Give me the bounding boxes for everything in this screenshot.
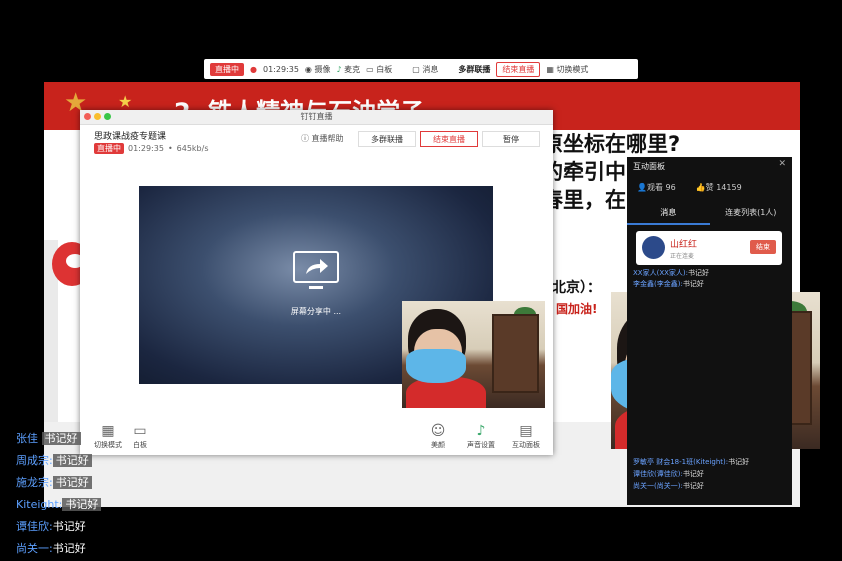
chat-message: 尚关一:书记好 — [16, 542, 86, 555]
live-badge: 直播中 — [94, 143, 124, 154]
viewer-icon: 👤 — [637, 183, 647, 192]
live-toolbar: 直播中 ● 01:29:35 ◉ 摄像 ♪ 麦克 ▭ 白板 ▢ 消息 多群联播 … — [204, 59, 638, 79]
chat-message: Kiteight: 书记好 — [16, 496, 102, 512]
like-icon: 👍 — [695, 183, 706, 192]
like-count: 👍赞 14159 — [695, 183, 742, 192]
help-icon: ⓘ — [301, 134, 309, 143]
panel-title: 互动面板 — [633, 162, 665, 171]
camera-icon: ◉ — [304, 64, 312, 74]
maximize-window-button[interactable] — [104, 113, 111, 120]
whiteboard-button[interactable]: ▭ 白板 — [366, 64, 392, 75]
chat-message: 谭佳欣:书记好 — [16, 520, 86, 533]
pause-button[interactable]: 暂停 — [482, 131, 540, 147]
window-bottom-bar: ▦ 切换模式 ▭ 白板 ☺ 美颜 ♪ 声音设置 ▤ 互动面板 — [80, 416, 553, 455]
camera-feed-small — [402, 301, 545, 408]
camera-button[interactable]: ◉ 摄像 — [305, 64, 331, 75]
tab-connect-list[interactable]: 连麦列表(1人) — [710, 201, 793, 225]
screen-share-icon — [293, 251, 339, 289]
help-link[interactable]: ⓘ 直播帮助 — [301, 133, 344, 144]
chat-icon: ▤ — [519, 423, 533, 439]
tab-messages[interactable]: 消息 — [627, 201, 710, 225]
end-connection-button[interactable]: 结束 — [750, 240, 776, 254]
whiteboard-icon: ▭ — [133, 423, 147, 439]
close-icon[interactable]: ✕ — [778, 159, 786, 169]
chat-message: 施龙宗: 书记好 — [16, 474, 92, 490]
live-timer: 01:29:35 — [262, 64, 299, 74]
mouse-cursor-icon: ➤ — [509, 447, 518, 458]
interactive-panel: 互动面板 ✕ 👤观看 96 👍赞 14159 消息 连麦列表(1人) 山红红 正… — [627, 157, 792, 505]
message-icon: ▢ — [412, 64, 420, 74]
beauty-button[interactable]: ☺ 美颜 — [424, 422, 452, 450]
live-badge: 直播中 — [210, 62, 244, 76]
end-live-button[interactable]: 结束直播 — [420, 131, 478, 147]
bookshelf — [492, 313, 540, 393]
avatar — [642, 236, 665, 259]
message-button[interactable]: ▢ 消息 — [412, 64, 438, 75]
list-item: 罗敏亭 财会18-1班(Kiteight):书记好 — [633, 458, 750, 466]
list-item: 尚关一(尚关一):书记好 — [633, 482, 704, 490]
multi-group-button[interactable]: 多群联播 — [358, 131, 416, 147]
chat-message: 周成宗: 书记好 — [16, 452, 92, 468]
live-status: 直播中 01:29:35 • 645kb/s — [94, 143, 209, 154]
course-name: 思政课战疫专题课 — [94, 132, 167, 142]
star-icon: ★ — [118, 92, 133, 111]
connected-user-card: 山红红 正在连麦 结束 — [636, 231, 782, 265]
switch-mode-button[interactable]: ▦ 切换模式 — [90, 422, 126, 450]
slide-jiayou-text: 国加油! — [556, 302, 598, 316]
chat-message: 张佳 书记好 — [16, 430, 81, 446]
list-item: XX家人(XX家人):书记好 — [633, 269, 710, 277]
microphone-icon: ♪ — [476, 423, 486, 439]
switch-mode-button[interactable]: ▦ 切换模式 — [546, 64, 588, 75]
sound-settings-button[interactable]: ♪ 声音设置 — [463, 422, 499, 450]
whiteboard-icon: ▭ — [366, 64, 374, 74]
interactive-panel-button[interactable]: ▤ 互动面板 — [508, 422, 544, 450]
multi-group-button[interactable]: 多群联播 — [458, 64, 490, 75]
close-window-button[interactable] — [84, 113, 91, 120]
viewer-count: 👤观看 96 — [637, 183, 676, 192]
grid-icon: ▦ — [101, 423, 115, 439]
live-dot-icon: ● — [250, 64, 257, 74]
whiteboard-button[interactable]: ▭ 白板 — [126, 422, 154, 450]
window-title: 钉钉直播 — [300, 112, 333, 121]
face-mask — [406, 349, 466, 383]
panel-stats: 👤观看 96 👍赞 14159 — [637, 182, 742, 193]
user-status: 正在连麦 — [670, 253, 695, 260]
bitrate: 645kb/s — [176, 144, 209, 153]
minimize-window-button[interactable] — [94, 113, 101, 120]
window-controls — [84, 113, 111, 120]
live-timer: 01:29:35 — [128, 144, 164, 153]
end-live-button[interactable]: 结束直播 — [496, 61, 541, 77]
slide-beijing-text: 北京）： — [552, 280, 601, 296]
separator-dot: • — [167, 144, 173, 153]
grid-icon: ▦ — [546, 64, 554, 74]
list-item: 李金鑫(李金鑫):书记好 — [633, 280, 704, 288]
panel-tabs: 消息 连麦列表(1人) — [627, 201, 792, 225]
user-name: 山红红 — [670, 240, 698, 250]
microphone-icon: ♪ — [336, 64, 342, 74]
window-titlebar: 钉钉直播 — [80, 110, 553, 125]
face-icon: ☺ — [430, 423, 446, 439]
list-item: 谭佳欣(谭佳欣):书记好 — [633, 470, 704, 478]
mic-button[interactable]: ♪ 麦克 — [336, 64, 360, 75]
